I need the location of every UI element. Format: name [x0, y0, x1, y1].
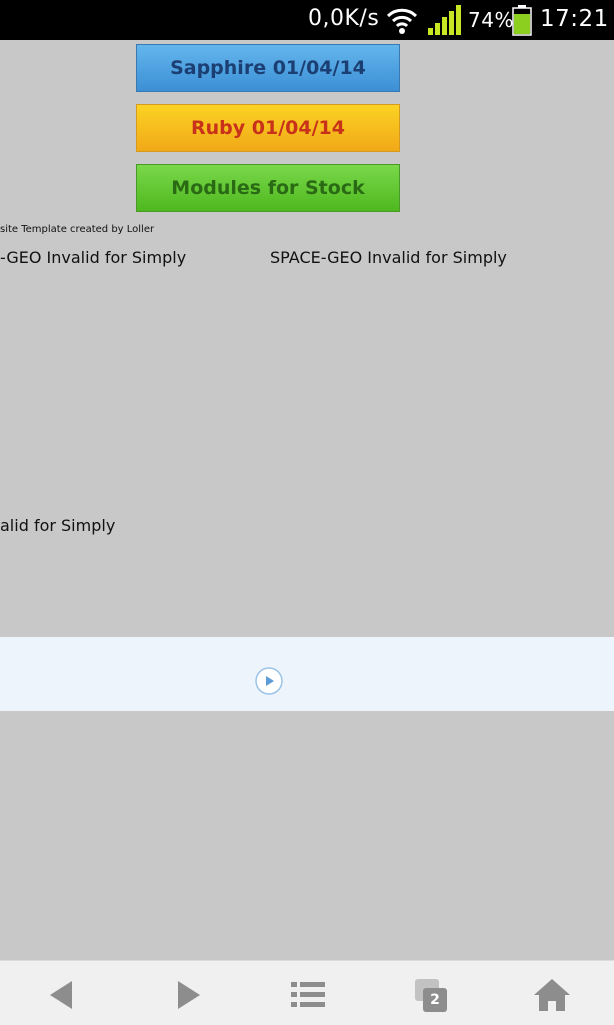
clock: 17:21: [540, 6, 609, 32]
forward-icon[interactable]: [168, 975, 208, 1015]
browser-nav-bar: 2: [0, 960, 614, 1025]
signal-icon: [427, 4, 463, 40]
content-text-left: -GEO Invalid for Simply: [0, 248, 187, 267]
wifi-icon: [386, 6, 418, 40]
status-bar: 0,0K/s 74% 17:21: [0, 0, 614, 40]
back-icon[interactable]: [42, 975, 82, 1015]
media-embed[interactable]: [0, 637, 614, 711]
network-speed: 0,0K/s: [308, 6, 380, 31]
content-text-lower: alid for Simply: [0, 516, 116, 535]
play-icon[interactable]: [254, 666, 284, 700]
tabs-icon[interactable]: 2: [410, 975, 450, 1015]
home-icon[interactable]: [532, 975, 572, 1015]
web-page-content: Sapphire 01/04/14 Ruby 01/04/14 Modules …: [0, 40, 614, 960]
sapphire-button[interactable]: Sapphire 01/04/14: [136, 44, 400, 92]
battery-percent: 74%: [468, 8, 514, 32]
content-text-right: SPACE-GEO Invalid for Simply: [270, 248, 507, 267]
menu-icon[interactable]: [288, 975, 328, 1015]
modules-for-stock-button[interactable]: Modules for Stock: [136, 164, 400, 212]
battery-icon: [512, 5, 532, 40]
ruby-button[interactable]: Ruby 01/04/14: [136, 104, 400, 152]
tab-count: 2: [430, 992, 440, 1008]
template-credit: site Template created by Loller: [0, 224, 155, 235]
